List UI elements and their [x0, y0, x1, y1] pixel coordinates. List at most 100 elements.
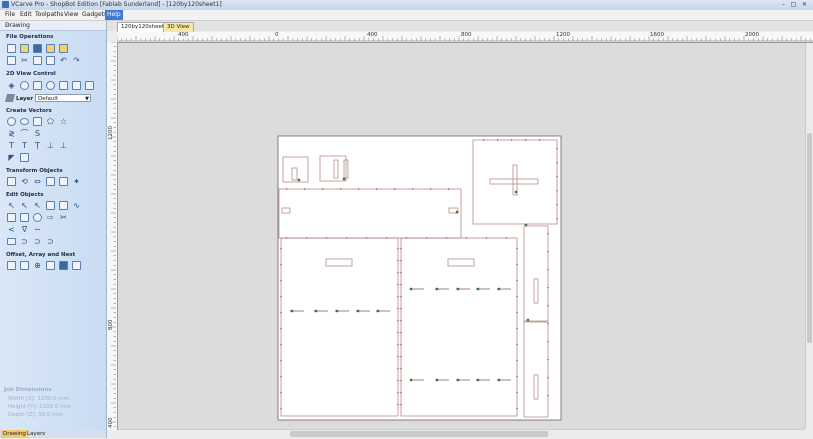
fillet-icon[interactable]: < [7, 225, 16, 234]
auto-layout-text-icon[interactable]: Ṭ [33, 141, 42, 150]
smooth-icon[interactable]: ∽ [33, 225, 42, 234]
tab-layers[interactable]: Layers [25, 430, 47, 438]
nesting-icon[interactable] [59, 261, 68, 270]
align-icon[interactable] [46, 177, 55, 186]
offset-icon[interactable] [7, 261, 16, 270]
vector-node[interactable] [335, 309, 339, 313]
interactive-select-icon[interactable]: ↖ [33, 201, 42, 210]
view-panel-icon[interactable] [85, 81, 94, 90]
view-split-icon[interactable] [72, 81, 81, 90]
vector-node[interactable] [314, 309, 318, 313]
draw-tabs-icon[interactable] [20, 153, 29, 162]
zoom-out-icon[interactable] [46, 81, 55, 90]
break-vector-icon[interactable]: ⊃ [46, 237, 55, 246]
array-copy-icon[interactable] [20, 261, 29, 270]
open-file-icon[interactable] [20, 44, 29, 53]
import-icon[interactable] [46, 44, 55, 53]
design-view[interactable] [118, 43, 805, 429]
extend-icon[interactable]: ⊃ [20, 237, 29, 246]
vector-node[interactable] [514, 190, 518, 194]
text-tool-icon[interactable]: T [7, 141, 16, 150]
node-edit-icon[interactable]: ↖ [20, 201, 29, 210]
trim-icon[interactable]: ⇨ [46, 213, 55, 222]
scroll-thumb[interactable] [290, 431, 548, 437]
undo-icon[interactable]: ↶ [59, 56, 68, 65]
tab-drawing[interactable]: Drawing [1, 430, 28, 438]
save-icon[interactable] [33, 44, 42, 53]
curve-fit-icon[interactable] [7, 238, 16, 245]
vector-node[interactable] [497, 378, 501, 382]
zoom-in-icon[interactable] [20, 81, 29, 90]
paste-icon[interactable] [46, 56, 55, 65]
close-vector-icon[interactable]: ⊃ [33, 237, 42, 246]
redo-icon[interactable]: ↷ [72, 56, 81, 65]
layer-dropdown[interactable]: Default ▼ [35, 94, 91, 102]
vector-node[interactable] [356, 309, 360, 313]
vertex-icon[interactable]: ∇ [20, 225, 29, 234]
vector-node[interactable] [497, 287, 501, 291]
maximize-icon[interactable]: □ [789, 1, 798, 8]
copy-icon[interactable] [33, 56, 42, 65]
zoom-box-icon[interactable] [33, 81, 42, 90]
vector-node[interactable] [435, 378, 439, 382]
vector-node[interactable] [476, 287, 480, 291]
circle-tool-icon[interactable] [7, 117, 16, 126]
rectangle-tool-icon[interactable] [33, 117, 42, 126]
polyline-tool-icon[interactable]: ≷ [7, 129, 16, 138]
menu-toolpaths[interactable]: Toolpaths [33, 10, 65, 20]
vector-node[interactable] [524, 223, 528, 227]
vector-node[interactable] [342, 177, 346, 181]
weld-icon[interactable] [7, 213, 16, 222]
intersect-icon[interactable] [33, 213, 42, 222]
dimension-tool-icon[interactable]: ⊥ [46, 141, 55, 150]
close-icon[interactable]: ✕ [800, 1, 809, 8]
minimize-icon[interactable]: – [779, 1, 788, 8]
scissors-icon[interactable]: ✂ [59, 213, 68, 222]
pin-icon[interactable]: ⊢ [5, 22, 103, 29]
view-toggle-icon[interactable] [59, 81, 68, 90]
zoom-all-icon[interactable]: ◈ [7, 81, 16, 90]
vector-node[interactable] [455, 210, 459, 214]
menu-help[interactable]: Help [105, 10, 123, 20]
fillet-corners-icon[interactable] [46, 261, 55, 270]
text-on-curve-icon[interactable]: T [20, 141, 29, 150]
menu-file[interactable]: File [3, 10, 17, 20]
circular-array-icon[interactable]: ⊕ [33, 261, 42, 270]
new-file-icon[interactable] [7, 44, 16, 53]
group-icon[interactable] [46, 201, 55, 210]
vector-node[interactable] [526, 318, 530, 322]
vector-node[interactable] [376, 309, 380, 313]
vector-node[interactable] [409, 378, 413, 382]
scroll-thumb[interactable] [807, 133, 812, 343]
star-tool-icon[interactable]: ☆ [59, 117, 68, 126]
join-vectors-icon[interactable]: ∿ [72, 201, 81, 210]
subtract-icon[interactable] [20, 213, 29, 222]
curve-tool-icon[interactable]: S [33, 129, 42, 138]
drawing-canvas[interactable] [118, 43, 805, 429]
ungroup-icon[interactable] [59, 201, 68, 210]
cut-icon[interactable]: ✂ [20, 56, 29, 65]
trace-bitmap-icon[interactable]: ◤ [7, 153, 16, 162]
vector-node[interactable] [409, 287, 413, 291]
angle-dimension-icon[interactable]: ⊥ [59, 141, 68, 150]
select-icon[interactable]: ↖ [7, 201, 16, 210]
vector-node[interactable] [435, 287, 439, 291]
vector-node[interactable] [297, 178, 301, 182]
move-icon[interactable] [7, 177, 16, 186]
mirror-icon[interactable]: ⇔ [33, 177, 42, 186]
import-bitmap-icon[interactable] [59, 44, 68, 53]
vector-node[interactable] [290, 309, 294, 313]
vertical-scrollbar[interactable] [805, 43, 813, 429]
arc-tool-icon[interactable]: ⌒ [20, 129, 29, 138]
job-setup-icon[interactable] [7, 56, 16, 65]
scale-icon[interactable] [59, 177, 68, 186]
step-repeat-icon[interactable] [72, 261, 81, 270]
vector-node[interactable] [456, 378, 460, 382]
set-size-icon[interactable]: ✦ [72, 177, 81, 186]
menu-edit[interactable]: Edit [18, 10, 34, 20]
tab-3d-view[interactable]: 3D View [163, 22, 194, 32]
vector-node[interactable] [476, 378, 480, 382]
rotate-icon[interactable]: ⟲ [20, 177, 29, 186]
ellipse-tool-icon[interactable] [20, 118, 29, 125]
menu-view[interactable]: View [62, 10, 80, 20]
